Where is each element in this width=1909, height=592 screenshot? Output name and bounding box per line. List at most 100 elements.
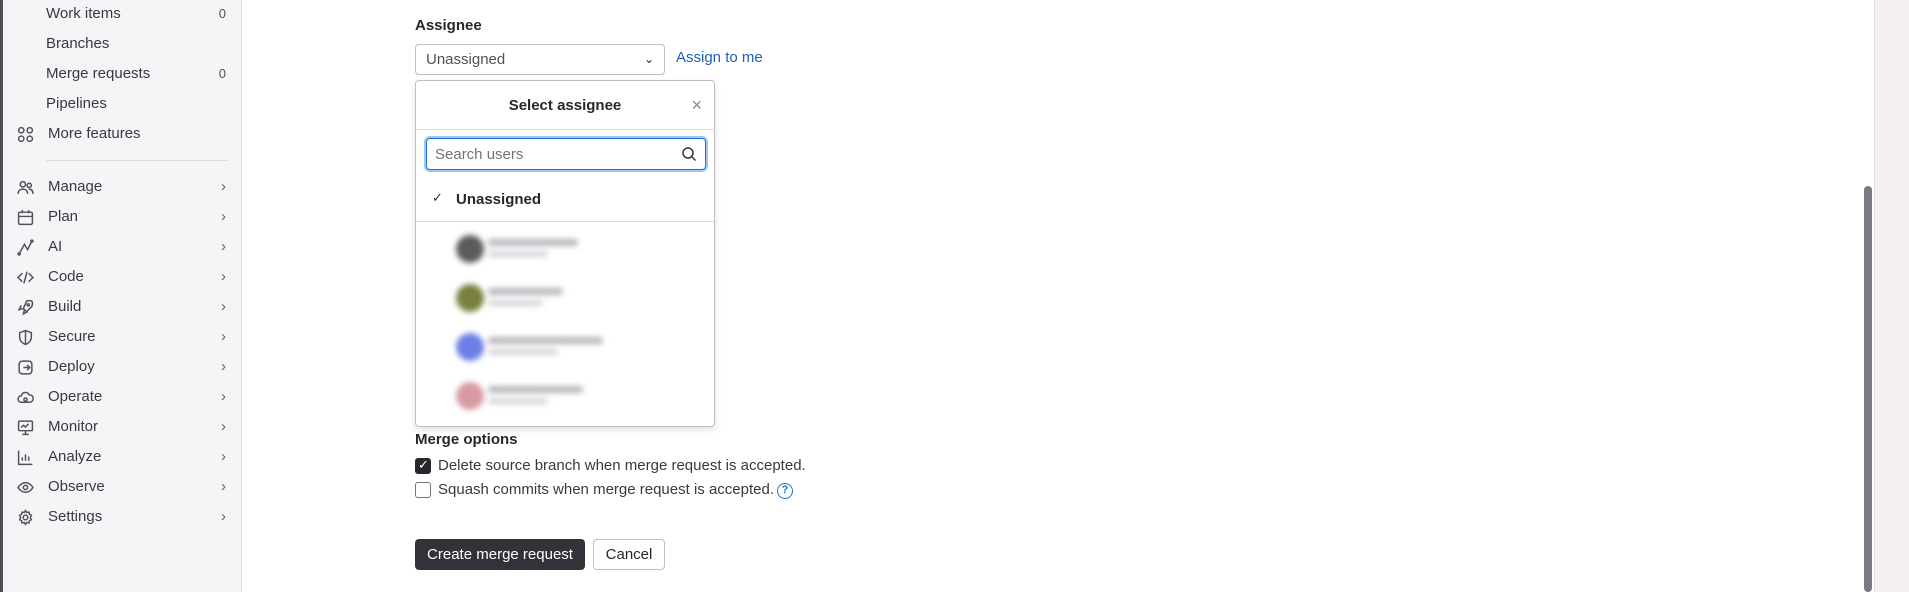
sidebar-item-label: Secure [48,328,96,345]
users-icon [17,179,34,196]
assignee-selected-value: Unassigned [426,51,506,68]
chevron-right-icon: › [221,238,226,255]
sidebar-item-manage[interactable]: Manage › [17,173,229,201]
sidebar: Work items 0 Branches Merge requests 0 P… [0,0,242,592]
chevron-right-icon: › [221,508,226,525]
sidebar-item-monitor[interactable]: Monitor › [17,413,229,441]
sidebar-item-merge-requests[interactable]: Merge requests 0 [46,61,226,87]
user-option[interactable] [446,278,646,318]
assign-to-me-link[interactable]: Assign to me [676,49,763,66]
assignee-dropdown: Select assignee × ✓ Unassigned [415,80,715,427]
delete-branch-option[interactable]: Delete source branch when merge request … [415,456,815,476]
sidebar-item-ai[interactable]: AI › [17,233,229,261]
chevron-right-icon: › [221,298,226,315]
sidebar-item-plan[interactable]: Plan › [17,203,229,231]
squash-commits-option[interactable]: Squash commits when merge request is acc… [415,480,775,500]
sidebar-item-label: Deploy [48,358,95,375]
user-name-blurred [488,239,578,246]
code-icon [17,269,34,286]
close-icon[interactable]: × [691,95,702,115]
monitor-icon [17,419,34,436]
sidebar-item-work-items[interactable]: Work items 0 [46,1,226,27]
sidebar-item-operate[interactable]: Operate › [17,383,229,411]
grid-icon [17,126,34,143]
chevron-right-icon: › [221,388,226,405]
sidebar-item-observe[interactable]: Observe › [17,473,229,501]
delete-branch-checkbox[interactable] [415,457,431,474]
sidebar-item-analyze[interactable]: Analyze › [17,443,229,471]
sidebar-item-label: Plan [48,208,79,225]
ai-icon [17,239,34,256]
search-input[interactable] [427,139,667,169]
sidebar-item-label: More features [48,125,141,142]
sidebar-item-label: Branches [46,35,110,52]
sidebar-item-code[interactable]: Code › [17,263,229,291]
check-icon: ✓ [432,190,443,205]
sidebar-item-label: Merge requests [46,65,151,82]
chevron-down-icon: ⌄ [643,52,654,66]
chevron-right-icon: › [221,478,226,495]
sidebar-item-more-features[interactable]: More features [17,120,229,148]
option-label: Unassigned [456,191,542,208]
user-option[interactable] [446,376,646,416]
calendar-icon [17,209,34,226]
user-name-blurred [488,337,603,344]
chevron-right-icon: › [221,328,226,345]
chevron-right-icon: › [221,418,226,435]
chart-icon [17,449,34,466]
dropdown-title: Select assignee [416,81,714,130]
avatar [456,235,484,263]
chevron-right-icon: › [221,358,226,375]
search-field [426,138,706,170]
sidebar-item-settings[interactable]: Settings › [17,503,229,531]
user-handle-blurred [488,300,543,306]
sidebar-item-build[interactable]: Build › [17,293,229,321]
sidebar-item-label: Settings [48,508,103,525]
cancel-button[interactable]: Cancel [593,539,665,570]
user-handle-blurred [488,349,558,355]
chevron-right-icon: › [221,448,226,465]
sidebar-item-label: Manage [48,178,103,195]
assignee-select[interactable]: Unassigned ⌄ [415,44,665,75]
gear-icon [17,509,34,526]
sidebar-item-label: Build [48,298,82,315]
cloud-icon [17,389,34,406]
checkbox-label: Squash commits when merge request is acc… [438,481,774,498]
sidebar-item-deploy[interactable]: Deploy › [17,353,229,381]
merge-options-label: Merge options [415,431,518,448]
page-edge [1874,0,1909,592]
sidebar-item-label: Work items [46,5,121,22]
sidebar-item-label: Operate [48,388,103,405]
user-handle-blurred [488,398,548,404]
user-name-blurred [488,288,563,295]
checkbox-label: Delete source branch when merge request … [438,457,806,474]
user-option[interactable] [446,327,646,367]
avatar [456,333,484,361]
rocket-icon [17,299,34,316]
option-unassigned[interactable]: ✓ Unassigned [416,178,714,222]
help-icon[interactable]: ? [777,483,793,499]
user-handle-blurred [488,251,548,257]
avatar [456,284,484,312]
sidebar-item-label: Code [48,268,84,285]
user-option[interactable] [446,229,646,269]
assignee-label: Assignee [415,17,482,34]
chevron-right-icon: › [221,178,226,195]
user-name-blurred [488,386,583,393]
chevron-right-icon: › [221,268,226,285]
squash-commits-checkbox[interactable] [415,482,431,498]
sidebar-item-label: AI [48,238,63,255]
avatar [456,382,484,410]
deploy-icon [17,359,34,376]
sidebar-divider [46,160,228,161]
sidebar-item-branches[interactable]: Branches [46,31,226,57]
chevron-right-icon: › [221,208,226,225]
create-merge-request-button[interactable]: Create merge request [415,539,585,570]
count-badge: 0 [218,66,226,81]
scrollbar[interactable] [1864,186,1872,592]
sidebar-item-label: Monitor [48,418,99,435]
sidebar-item-label: Pipelines [46,95,107,112]
shield-icon [17,329,34,346]
sidebar-item-pipelines[interactable]: Pipelines [46,91,226,117]
sidebar-item-secure[interactable]: Secure › [17,323,229,351]
